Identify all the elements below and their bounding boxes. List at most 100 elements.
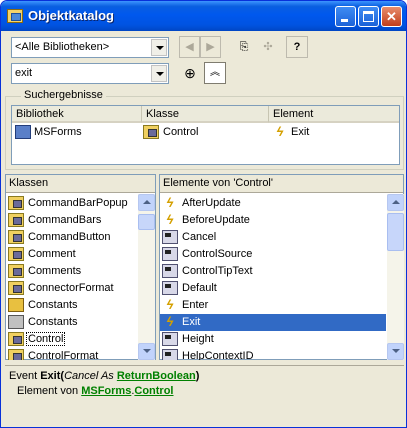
- toggle-search-results-button[interactable]: ︽: [204, 62, 226, 84]
- scroll-up-button[interactable]: [387, 194, 404, 211]
- list-item[interactable]: Height: [160, 331, 386, 348]
- module-icon: [8, 315, 24, 329]
- parameter-text: Cancel As: [64, 370, 117, 382]
- member-of-label: Element von: [17, 385, 82, 397]
- library-icon: [15, 125, 31, 139]
- library-combo[interactable]: <Alle Bibliotheken>: [11, 37, 169, 58]
- list-item[interactable]: Cancel: [160, 229, 386, 246]
- search-results-list[interactable]: Bibliothek Klasse Element MSForms Contro…: [11, 105, 400, 165]
- list-item-label: Control: [25, 332, 66, 346]
- help-button[interactable]: ?: [286, 36, 308, 58]
- list-item[interactable]: Control: [6, 331, 137, 348]
- search-button[interactable]: ⊕: [179, 62, 201, 84]
- event-icon: ϟ: [166, 212, 174, 227]
- list-item[interactable]: CommandBars: [6, 212, 137, 229]
- list-item[interactable]: ϟ AfterUpdate: [160, 195, 386, 212]
- scroll-thumb[interactable]: [387, 213, 404, 251]
- list-item[interactable]: ϟ BeforeUpdate: [160, 212, 386, 229]
- scroll-down-button[interactable]: [138, 343, 155, 360]
- list-item-label: Comment: [28, 248, 76, 260]
- scroll-thumb[interactable]: [138, 214, 155, 230]
- class-icon: [8, 213, 24, 227]
- copy-button[interactable]: ⎘: [233, 36, 255, 58]
- list-item[interactable]: ControlFormat: [6, 348, 137, 360]
- member-name: Exit: [40, 370, 61, 382]
- members-panel: Elemente von 'Control' ϟ AfterUpdate ϟ Befo…: [159, 174, 404, 360]
- scroll-down-button[interactable]: [387, 343, 404, 360]
- list-item[interactable]: Constants: [6, 314, 137, 331]
- classes-list[interactable]: CommandBarPopup CommandBars CommandButton C…: [6, 194, 137, 360]
- column-header-element[interactable]: Element: [269, 106, 399, 123]
- class-icon: [8, 196, 24, 210]
- list-item[interactable]: Constants: [6, 297, 137, 314]
- list-item[interactable]: Comments: [6, 263, 137, 280]
- class-icon: [8, 281, 24, 295]
- property-icon: [162, 247, 178, 261]
- object-browser-icon: [7, 9, 23, 23]
- list-item[interactable]: ControlTipText: [160, 263, 386, 280]
- library-link[interactable]: MSForms: [81, 385, 131, 397]
- class-icon: [143, 125, 159, 139]
- close-button[interactable]: ✕: [381, 6, 402, 27]
- minimize-button[interactable]: [335, 6, 356, 27]
- back-button[interactable]: ◀: [179, 36, 200, 58]
- list-item[interactable]: CommandBarPopup: [6, 195, 137, 212]
- class-icon: [8, 264, 24, 278]
- list-item[interactable]: Default: [160, 280, 386, 297]
- property-icon: [162, 281, 178, 295]
- event-icon: ϟ: [276, 124, 284, 139]
- list-item[interactable]: Comment: [6, 246, 137, 263]
- binoculars-icon: ⊕: [184, 65, 196, 81]
- event-icon: ϟ: [166, 297, 174, 312]
- list-item[interactable]: HelpContextID: [160, 348, 386, 360]
- list-item[interactable]: CommandButton: [6, 229, 137, 246]
- list-item[interactable]: ϟ Enter: [160, 297, 386, 314]
- classes-scrollbar[interactable]: [138, 194, 155, 360]
- list-item-label: Default: [182, 282, 217, 294]
- event-icon: ϟ: [166, 314, 174, 329]
- list-item[interactable]: ConnectorFormat: [6, 280, 137, 297]
- list-item[interactable]: ϟ Exit: [160, 314, 386, 331]
- column-header-class[interactable]: Klasse: [142, 106, 269, 123]
- scroll-up-button[interactable]: [138, 194, 155, 211]
- list-item-label: Cancel: [182, 231, 217, 243]
- maximize-button[interactable]: [358, 6, 379, 27]
- members-scrollbar[interactable]: [387, 194, 404, 360]
- title-bar[interactable]: Objektkatalog ✕: [1, 1, 406, 31]
- list-item-label: ConnectorFormat: [28, 282, 114, 294]
- forward-arrow-icon: ▶: [206, 41, 215, 53]
- back-arrow-icon: ◀: [185, 41, 194, 53]
- search-results-label: Suchergebnisse: [21, 89, 106, 101]
- member-kind: Event: [9, 370, 38, 382]
- class-icon: [8, 247, 24, 261]
- forward-button[interactable]: ▶: [200, 36, 221, 58]
- chevrons-up-icon: ︽: [210, 67, 220, 78]
- search-combo[interactable]: exit: [11, 63, 169, 84]
- list-item-label: BeforeUpdate: [182, 214, 250, 226]
- property-icon: [162, 332, 178, 346]
- property-icon: [162, 230, 178, 244]
- return-type-link[interactable]: ReturnBoolean: [117, 370, 196, 382]
- members-list[interactable]: ϟ AfterUpdate ϟ BeforeUpdate Cancel ControlSo…: [160, 194, 386, 360]
- list-item-label: ControlTipText: [182, 265, 253, 277]
- classes-header: Klassen: [6, 175, 155, 193]
- result-library: MSForms: [34, 126, 82, 138]
- column-header-library[interactable]: Bibliothek: [12, 106, 142, 123]
- property-icon: [162, 264, 178, 278]
- view-definition-button[interactable]: ✣: [257, 36, 279, 58]
- view-definition-icon: ✣: [263, 41, 273, 53]
- window-title: Objektkatalog: [28, 8, 114, 23]
- list-item-label: AfterUpdate: [182, 197, 241, 209]
- class-link[interactable]: Control: [134, 385, 173, 397]
- property-icon: [162, 349, 178, 360]
- list-item-label: ControlSource: [182, 248, 253, 260]
- search-result-row[interactable]: MSForms Control ϟ Exit: [12, 124, 399, 141]
- copy-icon: ⎘: [239, 41, 249, 53]
- members-header: Elemente von 'Control': [160, 175, 403, 193]
- library-combo-value: <Alle Bibliotheken>: [15, 41, 110, 53]
- list-item[interactable]: ControlSource: [160, 246, 386, 263]
- chevron-down-icon[interactable]: [151, 65, 167, 82]
- list-item-label: Exit: [181, 316, 202, 328]
- class-icon: [8, 332, 24, 346]
- chevron-down-icon[interactable]: [151, 39, 167, 56]
